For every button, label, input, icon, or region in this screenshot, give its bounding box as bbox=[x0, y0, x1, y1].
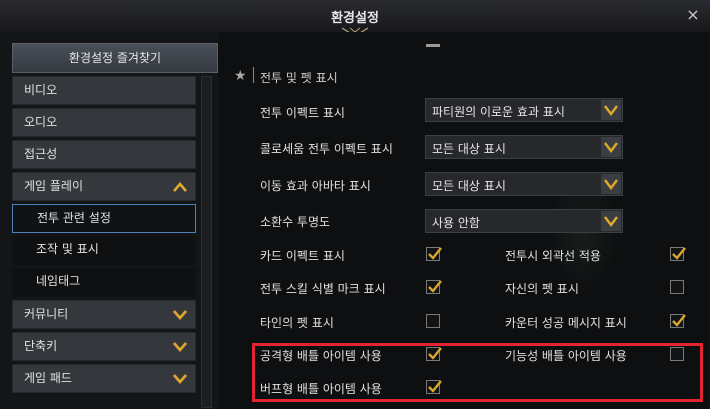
dropdown-value: 파티원의 이로운 효과 표시 bbox=[432, 105, 565, 119]
skill-mark-checkbox[interactable] bbox=[426, 280, 442, 294]
setting-label: 전투 이펙트 표시 bbox=[260, 106, 345, 120]
sidebar-item-shortcuts[interactable]: 단축키 bbox=[12, 332, 196, 361]
sidebar-item-label: 커뮤니티 bbox=[24, 307, 69, 321]
card-effect-checkbox[interactable] bbox=[426, 247, 442, 261]
chevron-down-icon[interactable] bbox=[601, 174, 621, 194]
summon-opacity-dropdown[interactable]: 사용 안함 bbox=[425, 209, 623, 233]
sidebar-item-label: 전투 관련 설정 bbox=[37, 211, 111, 225]
checkmark-icon bbox=[672, 247, 686, 260]
section-header: ★ 전투 및 펫 표시 bbox=[232, 66, 702, 88]
checkbox-label: 전투 스킬 식별 마크 표시 bbox=[260, 282, 386, 296]
setting-label: 소환수 투명도 bbox=[260, 215, 331, 229]
checkmark-icon bbox=[428, 247, 442, 260]
sidebar-item-community[interactable]: 커뮤니티 bbox=[12, 300, 196, 329]
sidebar-item-label: 게임 플레이 bbox=[24, 179, 84, 193]
sidebar-item-combat-settings[interactable]: 전투 관련 설정 bbox=[12, 204, 196, 233]
chevron-down-icon[interactable] bbox=[601, 211, 621, 231]
divider bbox=[253, 67, 254, 83]
sidebar-scrollbar[interactable] bbox=[201, 76, 212, 408]
chevron-down-icon bbox=[173, 310, 187, 320]
checkmark-icon bbox=[428, 280, 442, 293]
sidebar-item-controls-display[interactable]: 조작 및 표시 bbox=[12, 236, 196, 265]
dropdown-value: 사용 안함 bbox=[432, 216, 480, 230]
settings-sidebar: 환경설정 즐겨찾기 비디오 오디오 접근성 게임 플레이 전투 관련 설정 조작… bbox=[0, 32, 218, 409]
checkbox-label: 카드 이펙트 표시 bbox=[260, 249, 345, 263]
own-pet-checkbox[interactable] bbox=[670, 280, 684, 294]
sidebar-item-label: 게임 패드 bbox=[24, 371, 72, 385]
window-title: 환경설정 bbox=[331, 11, 379, 26]
checkmark-icon bbox=[672, 314, 686, 327]
favorites-button[interactable]: 환경설정 즐겨찾기 bbox=[12, 43, 218, 73]
sidebar-item-accessibility[interactable]: 접근성 bbox=[12, 140, 196, 169]
chevron-down-icon bbox=[173, 342, 187, 352]
combat-effect-dropdown[interactable]: 파티원의 이로운 효과 표시 bbox=[425, 98, 623, 122]
sidebar-item-label: 네임태그 bbox=[36, 274, 81, 288]
content-scroll-indicator[interactable] bbox=[426, 44, 440, 47]
chevron-up-icon bbox=[173, 182, 187, 192]
chevron-down-icon bbox=[173, 374, 187, 384]
colosseum-effect-dropdown[interactable]: 모든 대상 표시 bbox=[425, 135, 623, 159]
checkbox-label: 카운터 성공 메시지 표시 bbox=[505, 316, 627, 330]
dropdown-value: 모든 대상 표시 bbox=[432, 179, 506, 193]
sidebar-item-label: 비디오 bbox=[24, 83, 58, 97]
sidebar-item-label: 접근성 bbox=[24, 147, 58, 161]
checkbox-label: 전투시 외곽선 적용 bbox=[505, 249, 601, 263]
setting-label: 이동 효과 아바타 표시 bbox=[260, 179, 371, 193]
combat-outline-checkbox[interactable] bbox=[670, 247, 686, 261]
section-title: 전투 및 펫 표시 bbox=[260, 71, 338, 85]
sidebar-item-gameplay[interactable]: 게임 플레이 bbox=[12, 172, 196, 201]
chevron-down-icon[interactable] bbox=[601, 137, 621, 157]
sidebar-item-label: 조작 및 표시 bbox=[36, 242, 99, 256]
checkbox-label: 자신의 펫 표시 bbox=[505, 282, 579, 296]
close-button[interactable]: × bbox=[684, 6, 702, 24]
other-pet-checkbox[interactable] bbox=[426, 314, 440, 328]
chevron-down-icon[interactable] bbox=[601, 100, 621, 120]
checkbox-label: 타인의 펫 표시 bbox=[260, 316, 334, 330]
movement-effect-dropdown[interactable]: 모든 대상 표시 bbox=[425, 172, 623, 196]
sidebar-item-nametag[interactable]: 네임태그 bbox=[12, 268, 196, 297]
sidebar-item-label: 오디오 bbox=[24, 115, 58, 129]
sidebar-item-label: 단축키 bbox=[24, 339, 58, 353]
sidebar-item-audio[interactable]: 오디오 bbox=[12, 108, 196, 137]
star-icon[interactable]: ★ bbox=[234, 68, 247, 84]
counter-message-checkbox[interactable] bbox=[670, 314, 686, 328]
setting-label: 콜로세움 전투 이펙트 표시 bbox=[260, 142, 393, 156]
dropdown-value: 모든 대상 표시 bbox=[432, 142, 506, 156]
sidebar-item-video[interactable]: 비디오 bbox=[12, 76, 196, 105]
window-titlebar: 환경설정 × bbox=[0, 0, 710, 37]
highlight-box bbox=[252, 343, 703, 402]
sidebar-item-gamepad[interactable]: 게임 패드 bbox=[12, 364, 196, 393]
